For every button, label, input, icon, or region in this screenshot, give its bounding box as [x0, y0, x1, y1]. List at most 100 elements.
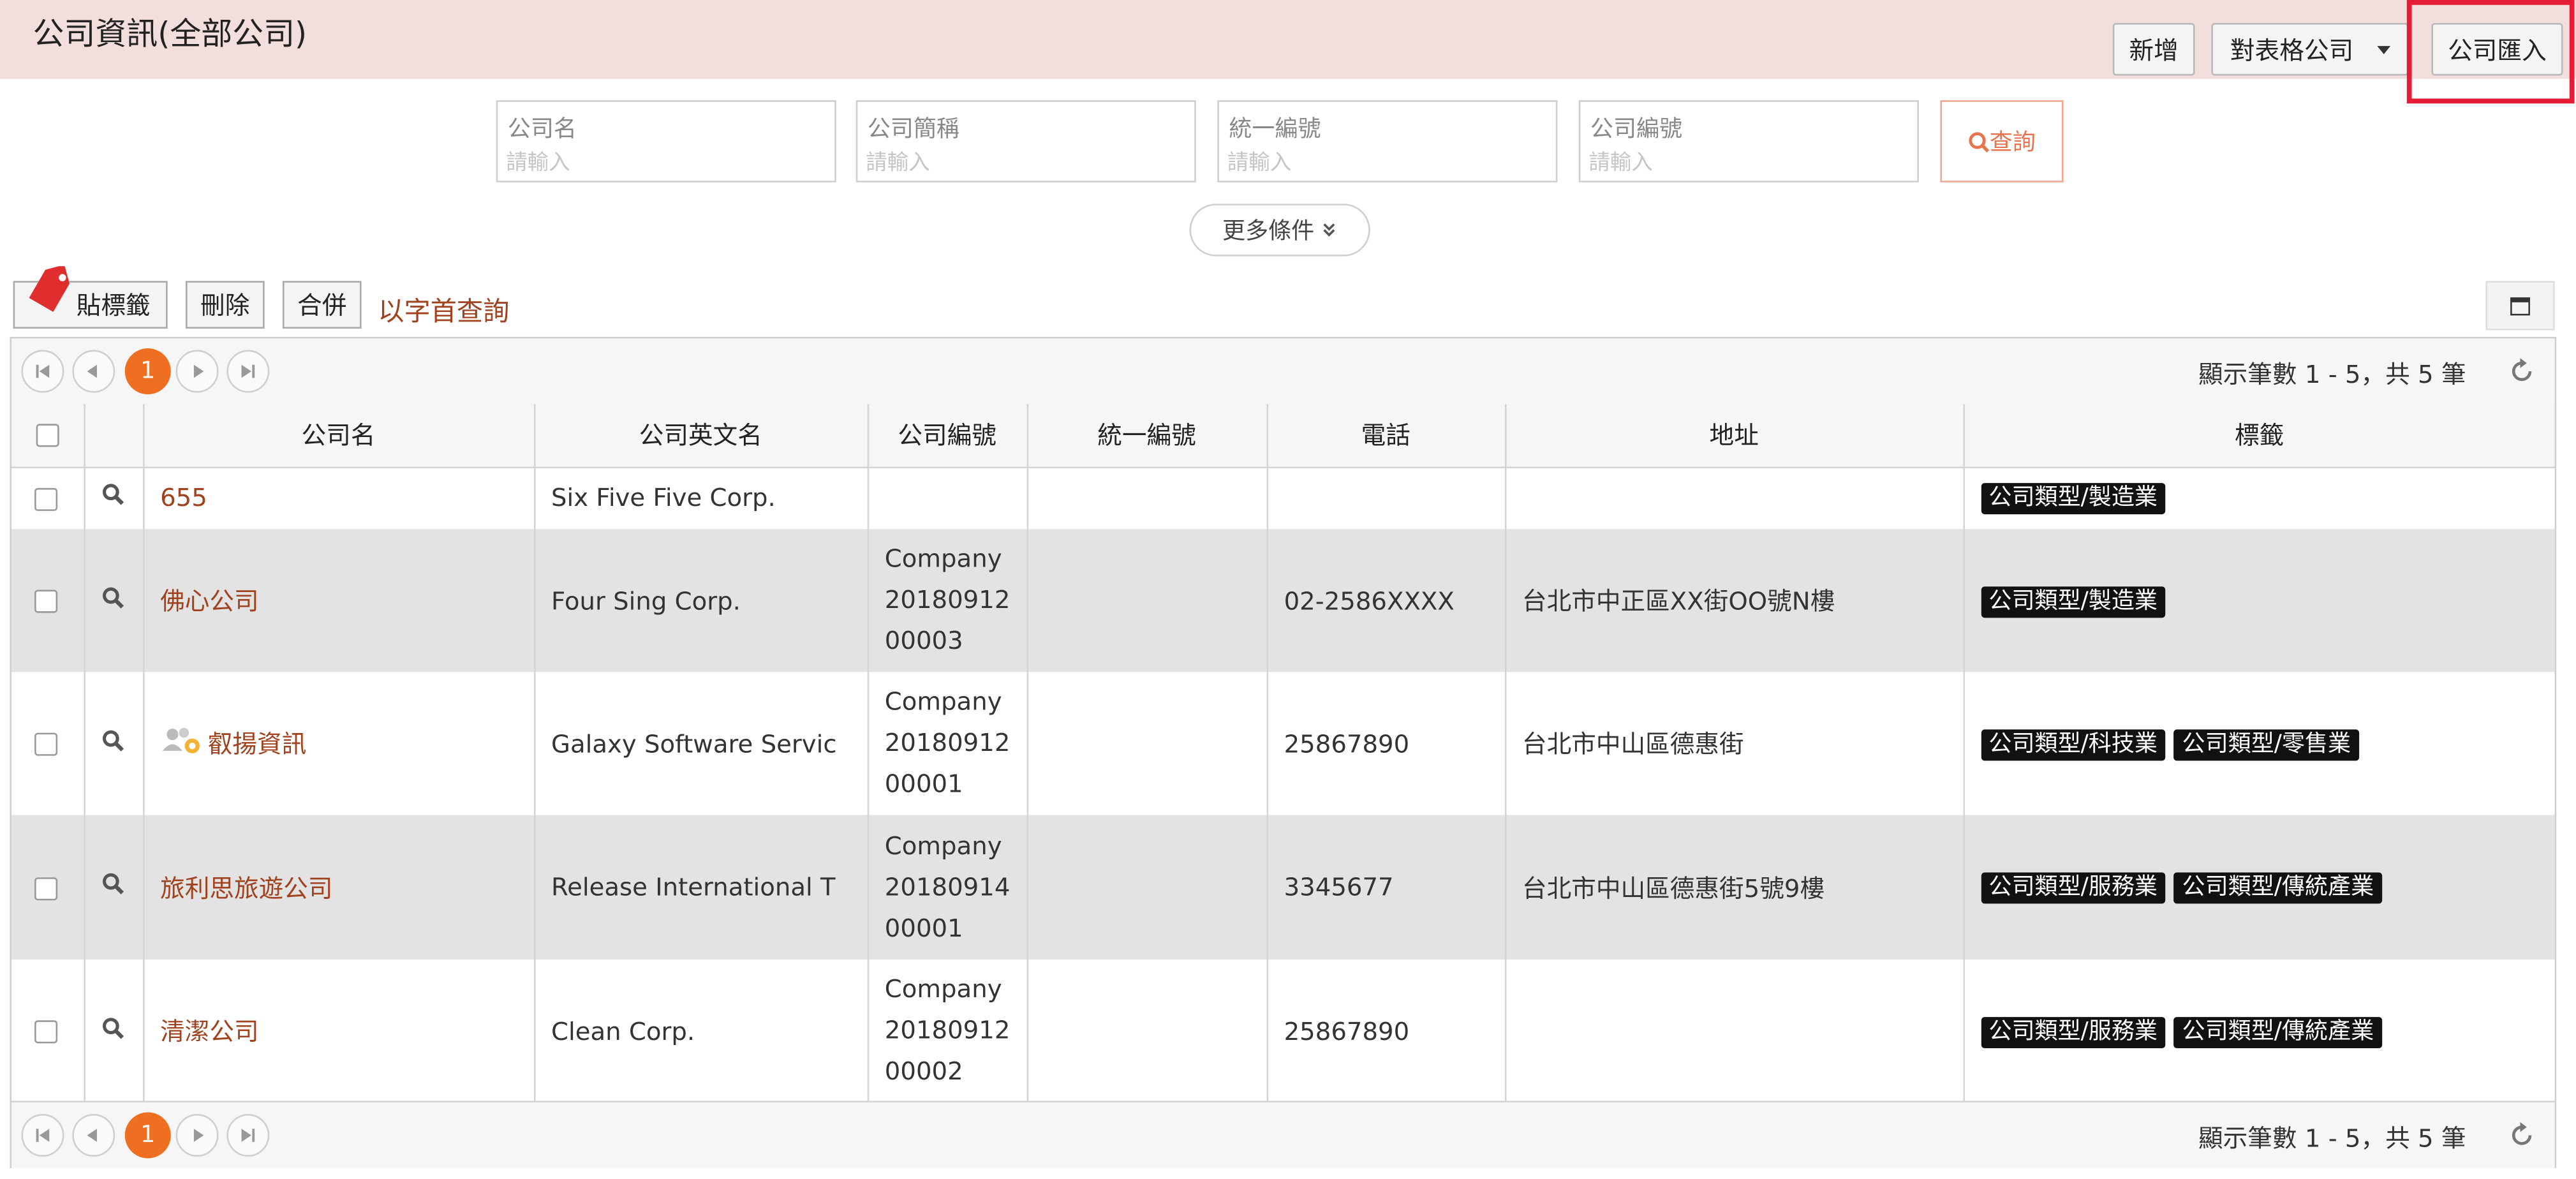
phone-cell: 25867890 [1266, 672, 1506, 815]
code-cell: Company 20180914 00001 [867, 815, 1028, 960]
page: 公司資訊(全部公司) 新增 對表格公司 公司匯入 公司名 公司簡稱 統一編號 公… [0, 0, 2576, 1179]
column-header[interactable]: 公司編號 [867, 404, 1028, 468]
pager-bottom: 1 顯示筆數 1 - 5，共 5 筆 [11, 1101, 2555, 1169]
prev-page-button[interactable] [72, 1114, 115, 1157]
tag-badge[interactable]: 公司類型/傳統產業 [2173, 1016, 2383, 1048]
tag-badge[interactable]: 公司類型/製造業 [1980, 483, 2166, 515]
query-button[interactable]: 查詢 [1940, 100, 2064, 182]
row-checkbox[interactable] [34, 487, 58, 511]
company-name-input[interactable] [506, 147, 818, 178]
row-checkbox-cell [11, 672, 85, 815]
next-page-button[interactable] [175, 350, 219, 393]
company-short-name-field[interactable]: 公司簡稱 [855, 100, 1196, 182]
tax-id-cell [1026, 815, 1268, 960]
company-name-link[interactable]: 655 [160, 484, 207, 513]
magnifier-icon[interactable] [101, 484, 124, 507]
column-header[interactable]: 統一編號 [1026, 404, 1268, 468]
code-cell: Company 20180912 00003 [867, 529, 1028, 672]
double-chevron-down-icon [1323, 223, 1335, 237]
view-cell [84, 672, 144, 815]
column-header[interactable]: 公司英文名 [533, 404, 869, 468]
tag-badge[interactable]: 公司類型/科技業 [1980, 729, 2166, 760]
delete-button[interactable]: 刪除 [186, 281, 265, 329]
address-cell: 台北市中正區XX街OO號N樓 [1504, 529, 1964, 672]
first-page-button[interactable] [21, 350, 64, 393]
current-page[interactable]: 1 [124, 348, 171, 395]
tag-button[interactable]: 貼標籤 [13, 266, 168, 329]
tag-badge[interactable]: 公司類型/零售業 [2173, 729, 2359, 760]
company-name-cell: 655 [143, 466, 535, 530]
tax-id-cell [1026, 529, 1268, 672]
add-button[interactable]: 新增 [2112, 23, 2195, 76]
view-cell [84, 815, 144, 960]
magnifier-icon[interactable] [101, 586, 124, 609]
column-header[interactable]: 公司名 [143, 404, 535, 468]
select-all-checkbox[interactable] [36, 424, 59, 448]
company-code-input[interactable] [1588, 147, 1901, 178]
more-conditions-button[interactable]: 更多條件 [1189, 204, 1370, 256]
column-header[interactable]: 標籤 [1963, 404, 2555, 468]
tax-id-cell [1026, 959, 1268, 1103]
address-cell [1504, 466, 1964, 530]
company-name-link[interactable]: 佛心公司 [160, 586, 259, 616]
row-checkbox[interactable] [34, 732, 58, 756]
company-name-link[interactable]: 叡揚資訊 [208, 729, 307, 759]
english-name-cell: Clean Corp. [533, 959, 869, 1103]
page-info: 顯示筆數 1 - 5，共 5 筆 [2198, 359, 2466, 390]
company-code-label: 公司編號 [1590, 116, 1683, 144]
magnifier-icon[interactable] [101, 872, 124, 895]
magnifier-icon[interactable] [101, 729, 124, 752]
row-checkbox[interactable] [34, 876, 58, 900]
company-name-field[interactable]: 公司名 [496, 100, 836, 182]
table-row[interactable]: 655 Six Five Five Corp. 公司類型/製造業 [11, 466, 2555, 530]
tag-badge[interactable]: 公司類型/傳統產業 [2173, 872, 2383, 904]
magnifier-icon[interactable] [101, 1016, 124, 1039]
last-page-button[interactable] [226, 1114, 270, 1157]
company-short-name-label: 公司簡稱 [867, 116, 959, 144]
company-short-name-input[interactable] [866, 147, 1178, 178]
refresh-icon[interactable] [2505, 355, 2538, 388]
row-checkbox[interactable] [34, 590, 58, 613]
row-checkbox-cell [11, 959, 85, 1103]
page-title: 公司資訊(全部公司) [33, 16, 307, 53]
tag-badge[interactable]: 公司類型/服務業 [1980, 1016, 2166, 1048]
english-name-cell: Six Five Five Corp. [533, 466, 869, 530]
column-header[interactable]: 地址 [1504, 404, 1964, 468]
row-checkbox[interactable] [34, 1020, 58, 1044]
company-code-field[interactable]: 公司編號 [1578, 100, 1919, 182]
export-dropdown[interactable]: 對表格公司 [2211, 23, 2409, 76]
shared-users-icon [160, 727, 208, 759]
english-name-cell: Galaxy Software Servic [533, 672, 869, 815]
prev-page-button[interactable] [72, 350, 115, 393]
refresh-icon[interactable] [2505, 1119, 2538, 1152]
tag-badge[interactable]: 公司類型/服務業 [1980, 872, 2166, 904]
company-table: 公司名 公司英文名 公司編號 統一編號 電話 地址 標籤 655 Six Five… [11, 404, 2555, 1103]
phone-cell [1266, 466, 1506, 530]
tags-cell: 公司類型/製造業 [1963, 529, 2555, 672]
tag-badge[interactable]: 公司類型/製造業 [1980, 586, 2166, 618]
tax-id-cell [1026, 672, 1268, 815]
tax-id-input[interactable] [1227, 147, 1540, 178]
last-page-button[interactable] [226, 350, 270, 393]
company-name-link[interactable]: 旅利思旅遊公司 [160, 873, 332, 903]
code-cell: Company 20180912 00002 [867, 959, 1028, 1103]
column-header[interactable]: 電話 [1266, 404, 1506, 468]
first-page-button[interactable] [21, 1114, 64, 1157]
merge-button[interactable]: 合併 [282, 281, 362, 329]
next-page-button[interactable] [175, 1114, 219, 1157]
code-cell: Company 20180912 00001 [867, 672, 1028, 815]
tag-icon [29, 266, 70, 312]
first-letter-query-link[interactable]: 以字首查詢 [378, 289, 509, 329]
table-row[interactable]: 佛心公司 Four Sing Corp. Company 20180912 0000… [11, 529, 2555, 672]
company-name-label: 公司名 [507, 116, 577, 144]
last-page-icon [241, 1129, 255, 1142]
table-row[interactable]: 旅利思旅遊公司 Release International T Company 20… [11, 815, 2555, 960]
toggle-panel-button[interactable] [2485, 281, 2555, 330]
company-grid: 1 顯示筆數 1 - 5，共 5 筆 公司名 公司英文名 公司編號 統一編號 電… [10, 336, 2557, 1169]
tax-id-label: 統一編號 [1229, 116, 1321, 144]
company-name-link[interactable]: 清潔公司 [160, 1017, 259, 1046]
table-row[interactable]: 叡揚資訊 Galaxy Software Servic Company 201809… [11, 672, 2555, 815]
tax-id-field[interactable]: 統一編號 [1217, 100, 1558, 182]
current-page[interactable]: 1 [124, 1112, 171, 1159]
table-row[interactable]: 清潔公司 Clean Corp. Company 20180912 00002 258… [11, 959, 2555, 1103]
